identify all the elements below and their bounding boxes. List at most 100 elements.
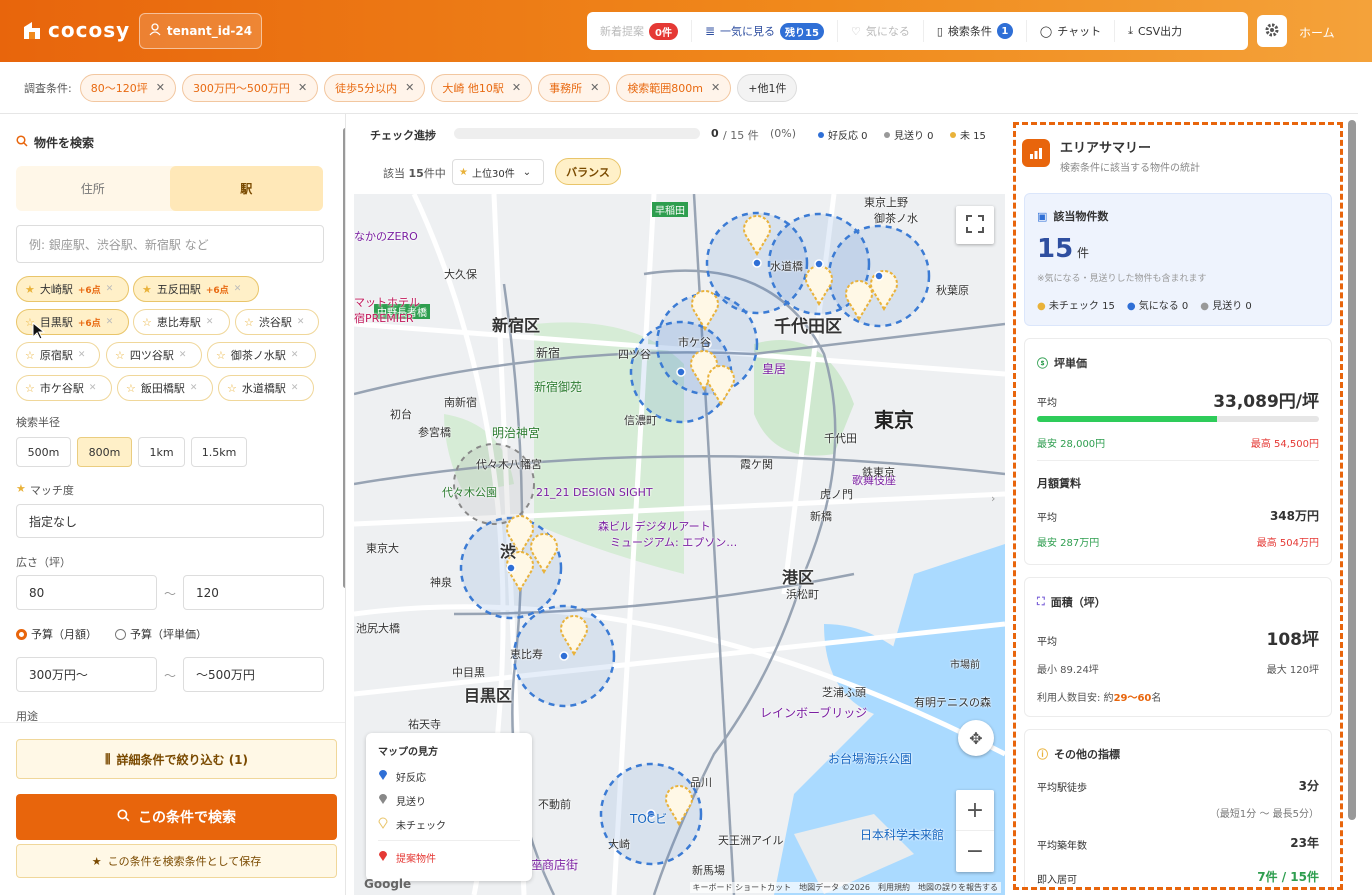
price-card: ⓢ 坪単価 平均 33,089円/坪 最安 28,000円 最高 54,500円… bbox=[1024, 338, 1332, 565]
close-icon[interactable]: ✕ bbox=[291, 383, 299, 393]
close-icon[interactable]: ✕ bbox=[512, 81, 521, 94]
close-icon[interactable]: ✕ bbox=[179, 350, 187, 360]
radius-800m[interactable]: 800m bbox=[77, 437, 132, 467]
radius-500m[interactable]: 500m bbox=[16, 437, 71, 467]
close-icon[interactable]: ✕ bbox=[78, 350, 86, 360]
condition-chip[interactable]: 大崎 他10駅 ✕ bbox=[431, 73, 533, 102]
close-icon[interactable]: ✕ bbox=[711, 81, 720, 94]
nav-new-proposals[interactable]: 新着提案 0件 bbox=[587, 20, 692, 42]
station-marker[interactable] bbox=[874, 271, 884, 281]
map-label-ueno: 東京上野 bbox=[864, 196, 908, 209]
search-button[interactable]: この条件で検索 bbox=[16, 794, 337, 840]
nav-favorites[interactable]: ♡ 気になる bbox=[838, 20, 924, 42]
station-chip[interactable]: ☆ 市ケ谷駅 ✕ bbox=[16, 375, 112, 401]
tab-address[interactable]: 住所 bbox=[16, 166, 170, 211]
star-icon[interactable]: ★ bbox=[142, 283, 152, 296]
nav-chat[interactable]: ◯ チャット bbox=[1027, 20, 1116, 42]
station-chip[interactable]: ☆ 原宿駅 ✕ bbox=[16, 342, 100, 368]
station-chip[interactable]: ★ 五反田駅 +6点 ✕ bbox=[133, 276, 259, 302]
close-icon[interactable]: ✕ bbox=[234, 284, 242, 294]
star-icon[interactable]: ☆ bbox=[142, 316, 152, 329]
station-marker[interactable] bbox=[559, 651, 569, 661]
station-chip[interactable]: ☆ 四ツ谷駅 ✕ bbox=[106, 342, 202, 368]
more-conditions-chip[interactable]: +他1件 bbox=[737, 73, 798, 102]
station-chip[interactable]: ☆ 水道橋駅 ✕ bbox=[218, 375, 314, 401]
tab-station[interactable]: 駅 bbox=[169, 166, 323, 211]
zoom-in-button[interactable]: + bbox=[956, 790, 994, 831]
area-min-input[interactable]: 80 bbox=[16, 575, 157, 610]
collapse-arrow-icon[interactable]: › bbox=[991, 492, 995, 505]
top-n-select[interactable]: ★ 上位30件 ⌄ bbox=[452, 159, 544, 185]
star-icon[interactable]: ☆ bbox=[126, 382, 136, 395]
nav-saved-searches[interactable]: ▯ 検索条件 1 bbox=[924, 20, 1027, 42]
star-icon[interactable]: ☆ bbox=[216, 349, 226, 362]
map-label-gotanda: 大崎 bbox=[608, 838, 630, 851]
station-chip[interactable]: ☆ 飯田橋駅 ✕ bbox=[117, 375, 213, 401]
detail-filter-button[interactable]: ⫼ 詳細条件で絞り込む (1) bbox=[16, 739, 337, 779]
close-icon[interactable]: ✕ bbox=[405, 81, 414, 94]
close-icon[interactable]: ✕ bbox=[190, 383, 198, 393]
nav-view-all[interactable]: ≣ 一気に見る 残り15 bbox=[692, 20, 838, 42]
station-marker[interactable] bbox=[814, 259, 824, 269]
star-icon[interactable]: ☆ bbox=[244, 316, 254, 329]
map-attribution[interactable]: キーボード ショートカット 地図データ ©2026 利用規約 地図の誤りを報告す… bbox=[689, 882, 1001, 893]
fullscreen-button[interactable] bbox=[956, 206, 994, 244]
station-marker[interactable] bbox=[676, 367, 686, 377]
count-card: ▣ 該当物件数 15 件 ※気になる・見送りした物件も含まれます ● 未チェック… bbox=[1024, 193, 1332, 326]
close-icon[interactable]: ✕ bbox=[297, 317, 305, 327]
radius-1km[interactable]: 1km bbox=[138, 437, 185, 467]
match-select[interactable]: 指定なし bbox=[16, 504, 324, 538]
list-icon: ≣ bbox=[704, 24, 716, 38]
station-search-input[interactable]: 例: 銀座駅、渋谷駅、新宿駅 など bbox=[16, 225, 324, 263]
star-icon[interactable]: ☆ bbox=[25, 382, 35, 395]
legend-label: 提案物件 bbox=[396, 853, 436, 865]
logo[interactable]: cocosy bbox=[22, 18, 130, 42]
radius-1-5km[interactable]: 1.5km bbox=[191, 437, 247, 467]
pan-control[interactable]: ✥ bbox=[958, 720, 994, 756]
close-icon[interactable]: ✕ bbox=[89, 383, 97, 393]
close-icon[interactable]: ✕ bbox=[298, 81, 307, 94]
map-label-design: 21_21 DESIGN SIGHT bbox=[536, 486, 653, 499]
budget-max-input[interactable]: 〜500万円 bbox=[183, 657, 324, 692]
other-title-text: その他の指標 bbox=[1054, 748, 1120, 761]
close-icon[interactable]: ✕ bbox=[106, 317, 114, 327]
station-marker[interactable] bbox=[506, 563, 516, 573]
star-icon[interactable]: ★ bbox=[25, 283, 35, 296]
nav-csv-export[interactable]: ⤓ CSV出力 bbox=[1115, 20, 1195, 42]
zoom-out-button[interactable]: − bbox=[956, 831, 994, 872]
close-icon[interactable]: ✕ bbox=[106, 284, 114, 294]
condition-chip[interactable]: 事務所 ✕ bbox=[538, 73, 611, 102]
home-link[interactable]: ホーム bbox=[1299, 24, 1335, 41]
star-icon[interactable]: ☆ bbox=[227, 382, 237, 395]
pin-red-icon bbox=[378, 849, 388, 865]
movein-value: 7件 / 15件 bbox=[1257, 870, 1319, 884]
budget-tsubo-radio[interactable]: 予算（坪単価） bbox=[115, 626, 207, 642]
station-chip[interactable]: ☆ 御茶ノ水駅 ✕ bbox=[207, 342, 316, 368]
star-icon[interactable]: ☆ bbox=[25, 349, 35, 362]
condition-chip[interactable]: 徒歩5分以内 ✕ bbox=[324, 73, 426, 102]
balance-mode-button[interactable]: バランス bbox=[555, 158, 621, 185]
close-icon[interactable]: ✕ bbox=[291, 350, 299, 360]
budget-min-input[interactable]: 300万円〜 bbox=[16, 657, 157, 692]
station-chip[interactable]: ☆ 渋谷駅 ✕ bbox=[235, 309, 319, 335]
condition-chip[interactable]: 80〜120坪 ✕ bbox=[79, 73, 176, 102]
map-view[interactable]: 新宿区 千代田区 東京 港区 目黒区 新宿 市ケ谷 皇居 新宿御苑 明治神宮 代々木公園 恵比寿 秋葉原… bbox=[354, 194, 1005, 895]
station-chip[interactable]: ☆ 恵比寿駅 ✕ bbox=[133, 309, 230, 335]
right-scrollbar[interactable] bbox=[1348, 120, 1356, 890]
close-icon[interactable]: ✕ bbox=[206, 317, 214, 327]
tenant-button[interactable]: tenant_id-24 bbox=[139, 13, 262, 49]
close-icon[interactable]: ✕ bbox=[156, 81, 165, 94]
close-icon[interactable]: ✕ bbox=[590, 81, 599, 94]
map-label-odaiba: お台場海浜公園 bbox=[828, 752, 913, 766]
map-label-premier: 宿PREMIER bbox=[354, 312, 414, 325]
condition-chip[interactable]: 検索範囲800m ✕ bbox=[616, 73, 732, 102]
save-condition-button[interactable]: ★ この条件を検索条件として保存 bbox=[16, 844, 337, 878]
condition-chip[interactable]: 300万円〜500万円 ✕ bbox=[181, 73, 319, 102]
star-icon[interactable]: ☆ bbox=[115, 349, 125, 362]
panel-scrollbar[interactable] bbox=[343, 128, 345, 588]
settings-button[interactable] bbox=[1257, 15, 1287, 47]
station-chip[interactable]: ★ 大崎駅 +6点 ✕ bbox=[16, 276, 129, 302]
area-max-input[interactable]: 120 bbox=[183, 575, 324, 610]
budget-monthly-radio[interactable]: 予算（月額） bbox=[16, 626, 97, 642]
station-marker[interactable] bbox=[752, 258, 762, 268]
